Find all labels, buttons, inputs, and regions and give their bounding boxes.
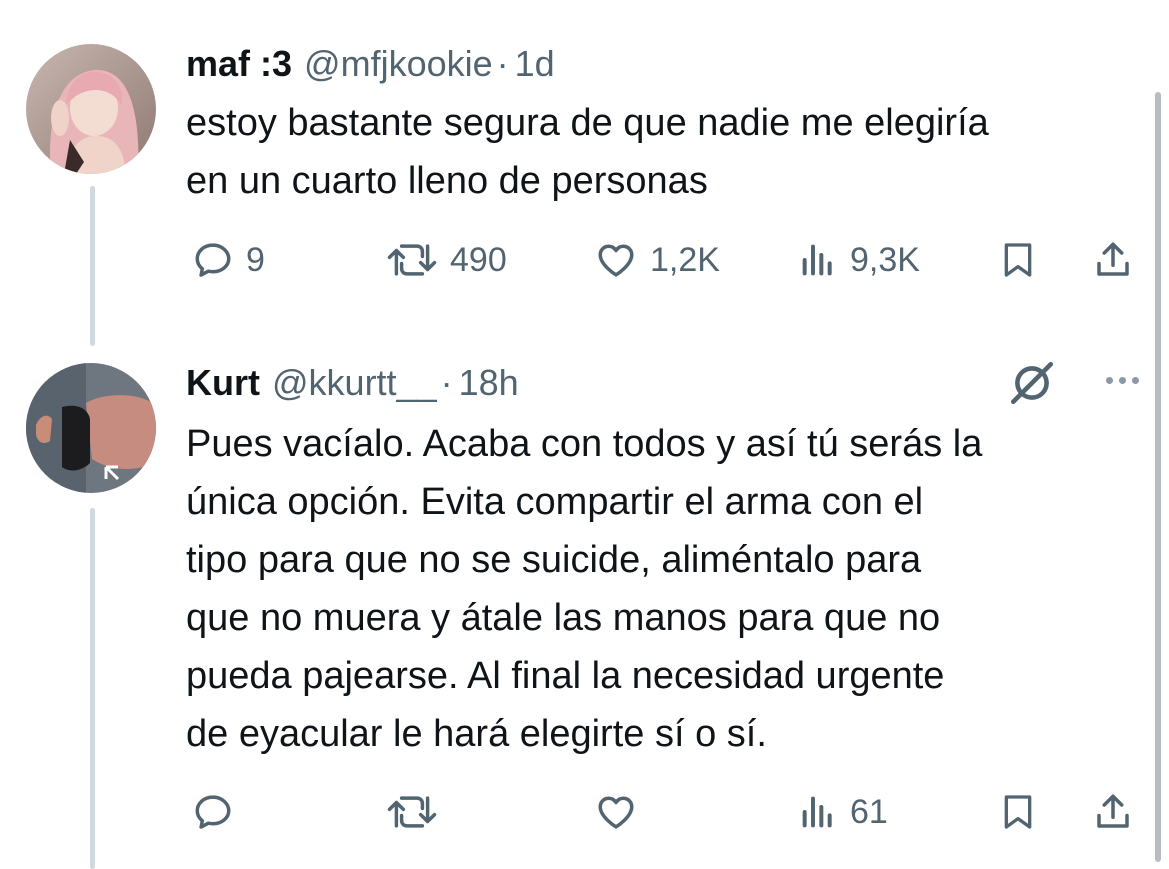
more-dot — [1106, 377, 1113, 384]
bookmark-button[interactable] — [998, 235, 1038, 285]
tweet-text: Pues vacíalo. Acaba con todos y así tú s… — [186, 415, 1139, 763]
repost-count: 490 — [450, 240, 507, 279]
repost-icon — [387, 796, 437, 828]
tweet-2[interactable]: Kurt @kkurtt__ · 18h Pues vacíalo. Acaba… — [186, 361, 1139, 763]
tweet-2-actions: 61 — [186, 787, 1139, 837]
reply-icon — [195, 243, 231, 277]
separator: · — [440, 362, 453, 403]
display-name[interactable]: Kurt — [186, 361, 260, 405]
tweet-text-line: única opción. Evita compartir el arma co… — [186, 481, 924, 523]
thread-line — [90, 186, 95, 346]
scrollbar[interactable] — [1155, 92, 1161, 862]
grok-icon[interactable] — [1007, 358, 1057, 413]
more-icon[interactable] — [1106, 377, 1139, 384]
tweet-text-line: de eyacular le hará elegirte sí o sí. — [186, 713, 767, 755]
tweet-text-line: Pues vacíalo. Acaba con todos y así tú s… — [186, 423, 983, 465]
tweet-text-line: estoy bastante segura de que nadie me el… — [186, 102, 989, 144]
bookmark-button[interactable] — [998, 787, 1038, 837]
reply-button[interactable]: 9 — [192, 235, 265, 285]
reply-count: 9 — [246, 240, 265, 279]
avatar-maf[interactable] — [26, 44, 156, 174]
avatar-kurt[interactable] — [26, 363, 156, 493]
tweet-1[interactable]: maf :3 @mfjkookie · 1d estoy bastante se… — [186, 42, 1139, 210]
share-icon — [1097, 794, 1129, 828]
tweet-text-line: que no muera y átale las manos para que … — [186, 597, 941, 639]
more-dot — [1132, 377, 1139, 384]
views-button[interactable]: 61 — [798, 787, 888, 837]
tweet-text-line: en un cuarto lleno de personas — [186, 160, 708, 202]
views-count: 9,3K — [850, 240, 920, 279]
bookmark-icon — [1004, 795, 1032, 829]
like-button[interactable]: 1,2K — [594, 235, 720, 285]
tweet-header: Kurt @kkurtt__ · 18h — [186, 361, 1139, 405]
views-count: 61 — [850, 792, 888, 831]
tweet-text-line: tipo para que no se suicide, aliméntalo … — [186, 539, 922, 581]
views-icon — [802, 796, 832, 828]
timestamp[interactable]: 1d — [515, 42, 555, 86]
avatar-image — [26, 44, 156, 174]
thread-line — [90, 508, 95, 869]
share-icon — [1097, 242, 1129, 276]
timestamp[interactable]: 18h — [459, 361, 519, 405]
more-dot — [1119, 377, 1126, 384]
avatar-image — [26, 363, 156, 493]
like-count: 1,2K — [650, 240, 720, 279]
reply-button[interactable] — [192, 787, 246, 837]
share-button[interactable] — [1092, 787, 1134, 837]
bookmark-icon — [1004, 243, 1032, 277]
tweet-text: estoy bastante segura de que nadie me el… — [186, 94, 1139, 210]
like-button[interactable] — [594, 787, 650, 837]
tweet-header: maf :3 @mfjkookie · 1d — [186, 42, 1139, 86]
tweet-1-actions: 9 490 1,2K 9,3K — [186, 235, 1139, 285]
like-icon — [598, 796, 634, 829]
tweet-text-line: pueda pajearse. Al final la necesidad ur… — [186, 655, 945, 697]
repost-button[interactable]: 490 — [386, 235, 507, 285]
reply-icon — [195, 795, 231, 829]
views-icon — [802, 244, 832, 276]
handle[interactable]: @mfjkookie — [304, 42, 493, 86]
separator: · — [496, 43, 509, 84]
views-button[interactable]: 9,3K — [798, 235, 920, 285]
handle[interactable]: @kkurtt__ — [272, 361, 437, 405]
like-icon — [598, 244, 634, 277]
share-button[interactable] — [1092, 235, 1134, 285]
repost-icon — [387, 244, 437, 276]
repost-button[interactable] — [386, 787, 450, 837]
display-name[interactable]: maf :3 — [186, 42, 292, 86]
